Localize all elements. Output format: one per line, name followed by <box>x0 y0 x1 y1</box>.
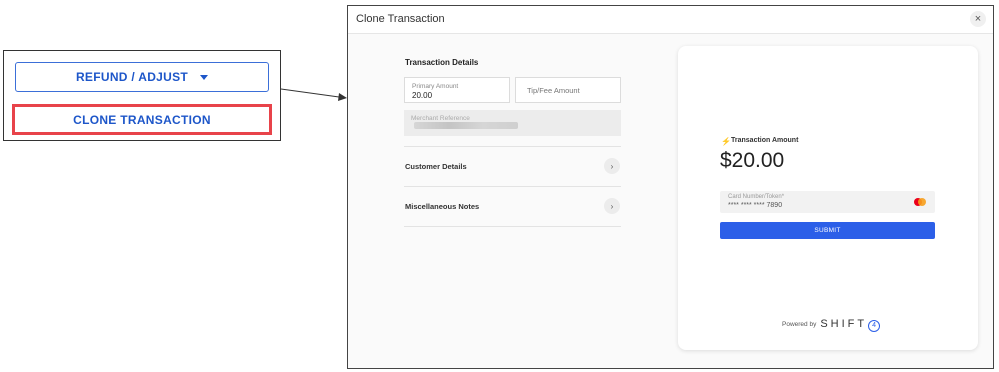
customer-details-label[interactable]: Customer Details <box>405 162 467 171</box>
powered-by-label: Powered by <box>782 321 817 329</box>
transaction-details-title: Transaction Details <box>405 58 479 67</box>
tip-fee-placeholder: Tip/Fee Amount <box>527 86 580 95</box>
powered-by: Powered by SHIFT 4 <box>782 318 881 332</box>
submit-button[interactable]: SUBMIT <box>720 222 935 239</box>
clone-transaction-button[interactable]: CLONE TRANSACTION <box>12 104 272 135</box>
transaction-amount-label: Transaction Amount <box>731 137 799 144</box>
divider <box>404 186 621 187</box>
modal-title: Clone Transaction <box>356 13 445 25</box>
chevron-right-icon[interactable]: › <box>604 158 620 174</box>
submit-label: SUBMIT <box>814 227 841 234</box>
bolt-icon: ⚡ <box>721 137 731 146</box>
transaction-actions-panel: REFUND / ADJUST CLONE TRANSACTION <box>3 50 281 141</box>
merchant-reference-field: Merchant Reference <box>404 110 621 136</box>
mastercard-icon <box>914 198 926 206</box>
refund-adjust-button[interactable]: REFUND / ADJUST <box>15 62 269 92</box>
divider <box>404 146 621 147</box>
clone-transaction-label: CLONE TRANSACTION <box>73 112 211 127</box>
caret-down-icon <box>200 74 209 80</box>
arrow-icon <box>281 88 347 101</box>
shift4-logo: SHIFT 4 <box>820 318 881 332</box>
close-icon[interactable]: × <box>970 11 986 27</box>
card-number-value: **** **** **** 7890 <box>728 202 783 209</box>
primary-amount-field[interactable]: Primary Amount 20.00 <box>404 77 510 103</box>
primary-amount-label: Primary Amount <box>412 83 459 90</box>
divider <box>404 226 621 227</box>
primary-amount-value: 20.00 <box>412 91 433 100</box>
card-number-label: Card Number/Token* <box>728 194 785 200</box>
miscellaneous-notes-label[interactable]: Miscellaneous Notes <box>405 202 479 211</box>
modal-header: Clone Transaction × <box>348 6 993 34</box>
chevron-right-icon[interactable]: › <box>604 198 620 214</box>
merchant-reference-label: Merchant Reference <box>411 115 470 122</box>
clone-transaction-modal: Clone Transaction × Transaction Details … <box>347 5 994 369</box>
transaction-amount: $20.00 <box>720 149 785 172</box>
payment-card: ⚡ Transaction Amount $20.00 Card Number/… <box>678 46 978 350</box>
tip-fee-field[interactable]: Tip/Fee Amount <box>515 77 621 103</box>
redacted-value <box>414 122 518 129</box>
refund-adjust-label: REFUND / ADJUST <box>75 70 189 84</box>
card-number-field[interactable]: Card Number/Token* **** **** **** 7890 <box>720 191 935 213</box>
